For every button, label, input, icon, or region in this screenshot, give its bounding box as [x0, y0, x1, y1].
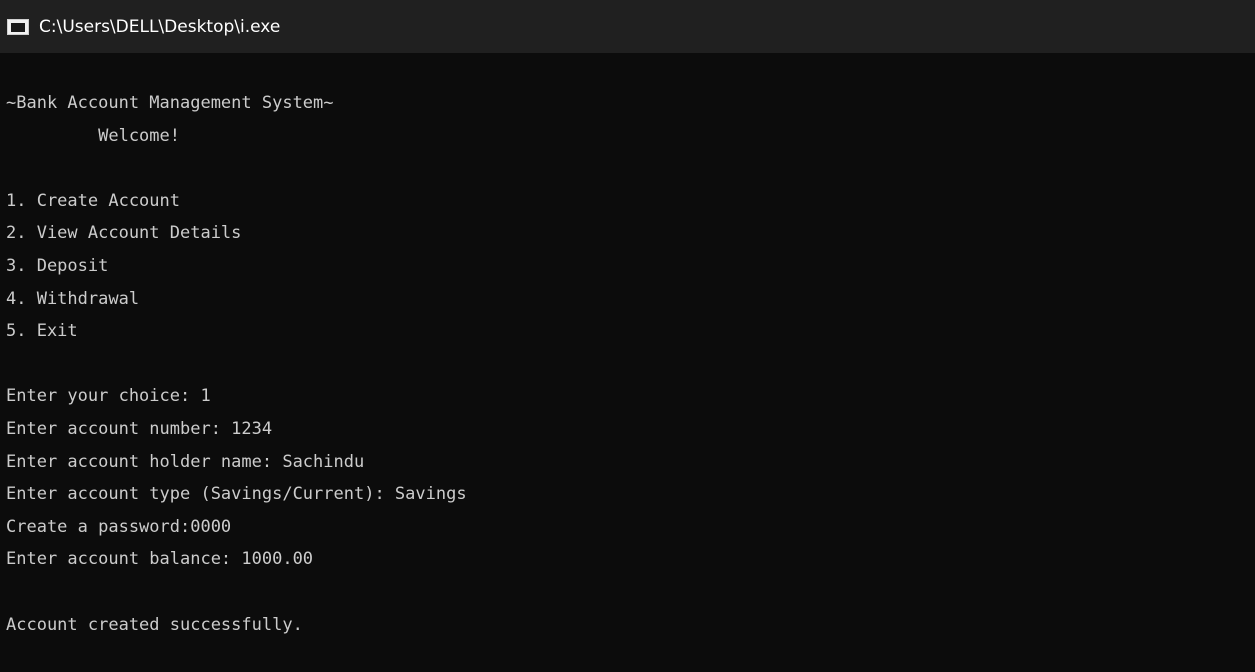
choice-prompt: Enter your choice: 1 — [6, 386, 211, 407]
console-window: C:\Users\DELL\Desktop\i.exe ~Bank Accoun… — [0, 0, 1255, 672]
console-output[interactable]: ~Bank Account Management System~ Welcome… — [6, 87, 1246, 667]
success-message: Account created successfully. — [6, 614, 303, 635]
menu-option-withdrawal: 4. Withdrawal — [6, 288, 140, 309]
account-holder-name-prompt: Enter account holder name: Sachindu — [6, 451, 365, 472]
menu-option-view-account-details: 2. View Account Details — [6, 223, 242, 244]
account-number-prompt: Enter account number: 1234 — [6, 418, 273, 439]
menu-option-deposit: 3. Deposit — [6, 255, 109, 276]
password-prompt: Create a password:0000 — [6, 516, 232, 537]
console-app-icon[interactable] — [7, 18, 29, 35]
account-type-prompt: Enter account type (Savings/Current): Sa… — [6, 484, 467, 505]
menu-option-exit: 5. Exit — [6, 321, 78, 342]
menu-option-create-account: 1. Create Account — [6, 190, 180, 211]
console-line-welcome: Welcome! — [6, 125, 180, 146]
title-bar[interactable]: C:\Users\DELL\Desktop\i.exe — [0, 0, 1255, 53]
window-title: C:\Users\DELL\Desktop\i.exe — [39, 16, 281, 37]
console-line-heading: ~Bank Account Management System~ — [6, 93, 334, 113]
account-balance-prompt: Enter account balance: 1000.00 — [6, 549, 314, 570]
